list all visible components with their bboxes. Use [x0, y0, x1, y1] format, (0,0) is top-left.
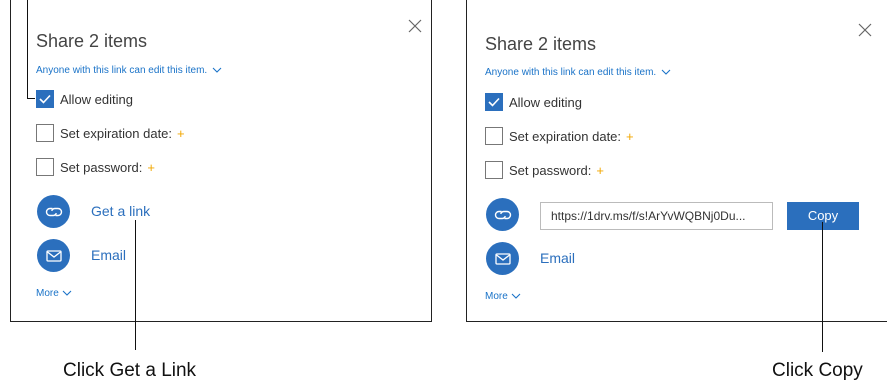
- callout-line-allow-editing-vertical: [27, 0, 28, 99]
- permission-dropdown[interactable]: Anyone with this link can edit this item…: [36, 65, 222, 76]
- expiration-label: Set expiration date:: [60, 125, 173, 141]
- more-label: More: [485, 291, 508, 302]
- callout-line-allow-editing-horizontal: [27, 98, 35, 99]
- password-checkbox[interactable]: [36, 158, 54, 176]
- premium-star: +: [147, 159, 155, 175]
- expiration-checkbox[interactable]: [36, 124, 54, 142]
- chevron-down-icon: [212, 65, 222, 76]
- allow-editing-checkbox[interactable]: [485, 93, 503, 111]
- more-dropdown[interactable]: More: [485, 291, 521, 302]
- mail-icon[interactable]: [486, 242, 519, 275]
- premium-star: +: [626, 128, 634, 144]
- permission-text: Anyone with this link can edit this item…: [485, 67, 657, 79]
- get-link-button[interactable]: Get a link: [91, 203, 150, 219]
- callout-copy: Click Copy: [772, 360, 863, 381]
- expiration-checkbox[interactable]: [485, 127, 503, 145]
- close-icon[interactable]: [408, 19, 422, 33]
- more-dropdown[interactable]: More: [36, 288, 72, 299]
- checkmark-icon: [39, 94, 51, 104]
- more-label: More: [36, 288, 59, 299]
- password-option: Set password: +: [36, 157, 155, 177]
- premium-star: +: [177, 125, 185, 141]
- permission-dropdown[interactable]: Anyone with this link can edit this item…: [485, 67, 671, 78]
- chevron-down-icon: [511, 291, 521, 302]
- close-icon[interactable]: [858, 23, 872, 37]
- permission-text: Anyone with this link can edit this item…: [36, 65, 208, 77]
- dialog-title: Share 2 items: [36, 31, 148, 51]
- allow-editing-label: Allow editing: [60, 91, 133, 107]
- share-dialog-right: Share 2 items Anyone with this link can …: [466, 0, 887, 322]
- chevron-down-icon: [62, 288, 72, 299]
- mail-icon[interactable]: [37, 239, 70, 272]
- callout-line-copy: [822, 222, 823, 352]
- link-icon[interactable]: [37, 195, 70, 228]
- share-link-field[interactable]: https://1drv.ms/f/s!ArYvWQBNj0Du...: [540, 202, 773, 230]
- allow-editing-checkbox[interactable]: [36, 90, 54, 108]
- email-button[interactable]: Email: [540, 250, 575, 266]
- allow-editing-label: Allow editing: [509, 94, 582, 110]
- callout-line-get-link: [135, 220, 136, 350]
- allow-editing-option: Allow editing: [36, 89, 133, 109]
- expiration-option: Set expiration date: +: [485, 126, 634, 146]
- chevron-down-icon: [661, 67, 671, 78]
- link-icon[interactable]: [486, 198, 519, 231]
- dialog-title: Share 2 items: [485, 34, 597, 54]
- share-dialog-left: Share 2 items Anyone with this link can …: [10, 0, 432, 322]
- expiration-option: Set expiration date: +: [36, 123, 185, 143]
- password-checkbox[interactable]: [485, 161, 503, 179]
- copy-button[interactable]: Copy: [787, 202, 859, 230]
- allow-editing-option: Allow editing: [485, 92, 582, 112]
- password-label: Set password:: [509, 162, 592, 178]
- premium-star: +: [596, 162, 604, 178]
- checkmark-icon: [488, 97, 500, 107]
- expiration-label: Set expiration date:: [509, 128, 622, 144]
- password-label: Set password:: [60, 159, 143, 175]
- password-option: Set password: +: [485, 160, 604, 180]
- callout-get-link: Click Get a Link: [63, 360, 197, 381]
- email-button[interactable]: Email: [91, 247, 126, 263]
